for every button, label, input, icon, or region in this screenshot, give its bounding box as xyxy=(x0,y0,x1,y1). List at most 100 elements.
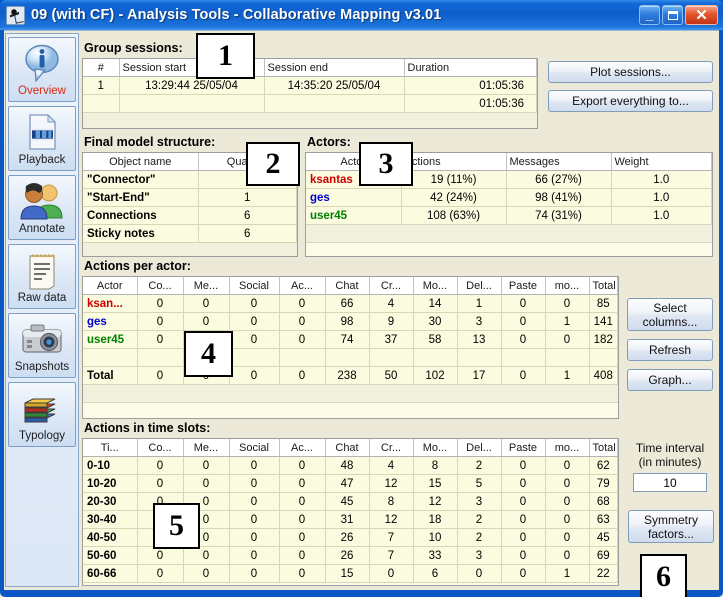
table-row[interactable]: 60-66 0 0 0 0 15 0 6 0 0 1 22 xyxy=(83,564,618,583)
sidebar-item-annotate[interactable]: Annotate xyxy=(8,175,76,240)
table-row[interactable]: user45 108 (63%) 74 (31%) 1.0 xyxy=(306,206,712,225)
cell-value: 63 xyxy=(589,510,618,529)
table-row[interactable]: 10-20 0 0 0 0 47 12 15 5 0 0 79 xyxy=(83,474,618,493)
column-header[interactable]: Social xyxy=(229,277,280,295)
table-row[interactable]: Connections 6 xyxy=(83,206,297,225)
column-header[interactable]: Mo... xyxy=(413,439,458,457)
column-header[interactable]: Me... xyxy=(183,439,230,457)
cell-weight: 1.0 xyxy=(611,170,712,189)
cell-value: 0 xyxy=(229,546,280,565)
cell-value: 30 xyxy=(413,312,458,331)
column-header[interactable]: Messages xyxy=(506,153,612,171)
column-header[interactable]: Actions xyxy=(401,153,507,171)
cell-session-end: 14:35:20 25/05/04 xyxy=(264,76,405,95)
column-header[interactable]: mo... xyxy=(545,439,590,457)
cell-value: 15 xyxy=(413,474,458,493)
actions-per-actor-title-wrap: Actions per actor: xyxy=(82,259,191,274)
column-header[interactable]: Ti... xyxy=(83,439,138,457)
column-header[interactable]: Duration xyxy=(404,59,537,77)
sidebar-item-overview[interactable]: Overview xyxy=(8,37,76,102)
cell-actions: 42 (24%) xyxy=(401,188,507,207)
cell-row-label: 60-66 xyxy=(83,564,138,583)
cell-value: 0 xyxy=(229,528,280,547)
close-button[interactable]: ✕ xyxy=(685,5,718,25)
table-row[interactable]: user4500007437581300182 xyxy=(83,330,618,349)
cell-value: 0 xyxy=(545,492,590,511)
table-row[interactable]: 50-60 0 0 0 0 26 7 33 3 0 0 69 xyxy=(83,546,618,565)
table-filler-row xyxy=(83,242,297,256)
column-header[interactable]: Actor xyxy=(83,277,138,295)
maximize-button[interactable] xyxy=(662,5,683,25)
cell-value: 0 xyxy=(137,474,184,493)
column-header[interactable]: mo... xyxy=(545,277,590,295)
column-header[interactable]: Object name xyxy=(83,153,199,171)
group-sessions-title: Group sessions: xyxy=(84,41,183,55)
column-header[interactable]: Mo... xyxy=(413,277,458,295)
cell-value: 141 xyxy=(589,312,618,331)
notepad-icon xyxy=(9,248,75,292)
column-header[interactable]: Del... xyxy=(457,277,502,295)
plot-sessions-button[interactable]: Plot sessions... xyxy=(548,61,713,83)
column-header[interactable]: # xyxy=(83,59,120,77)
table-row[interactable]: 0-10 0 0 0 0 48 4 8 2 0 0 62 xyxy=(83,456,618,475)
table-row[interactable]: 01:05:36 xyxy=(83,94,537,113)
cell-value: 0 xyxy=(229,330,280,349)
table-row[interactable]: 1 13:29:44 25/05/04 14:35:20 25/05/04 01… xyxy=(83,76,537,95)
column-header[interactable]: Paste xyxy=(501,277,546,295)
cell-value: 7 xyxy=(369,528,414,547)
column-header[interactable]: Paste xyxy=(501,439,546,457)
graph-button[interactable]: Graph... xyxy=(627,369,713,391)
cell-value: 0 xyxy=(137,546,184,565)
column-header[interactable]: Social xyxy=(229,439,280,457)
cell-value: 0 xyxy=(501,474,546,493)
select-columns-button[interactable]: Select columns... xyxy=(627,298,713,331)
cell-value: 4 xyxy=(369,456,414,475)
cell-value: 1 xyxy=(545,564,590,583)
column-header[interactable]: Cr... xyxy=(369,439,414,457)
table-row[interactable]: ksan... 0 0 0 0 66 4 14 1 0 0 85 xyxy=(83,294,618,313)
filler-cell xyxy=(83,242,297,256)
cell-value: 0 xyxy=(229,564,280,583)
application-window: 09 (with CF) - Analysis Tools - Collabor… xyxy=(0,0,723,597)
column-header[interactable]: Cr... xyxy=(369,277,414,295)
sidebar-item-raw-data[interactable]: Raw data xyxy=(8,244,76,309)
cell-object-name: "Start-End" xyxy=(83,188,199,207)
refresh-button[interactable]: Refresh xyxy=(627,339,713,361)
column-header[interactable]: Weight xyxy=(611,153,712,171)
column-header[interactable]: Co... xyxy=(137,439,184,457)
table-row[interactable]: Sticky notes 6 xyxy=(83,224,297,243)
actions-per-actor-grid[interactable]: Actor Co... Me... Social Ac... Chat Cr... Mo...… xyxy=(82,276,619,419)
column-header[interactable]: Total xyxy=(589,277,618,295)
cell-value: 0 xyxy=(137,366,184,385)
column-header[interactable]: Del... xyxy=(457,439,502,457)
column-header[interactable]: Ac... xyxy=(279,277,326,295)
column-header[interactable]: Total xyxy=(589,439,618,457)
column-header[interactable]: Ac... xyxy=(279,439,326,457)
table-row[interactable]: ges 0 0 0 0 98 9 30 3 0 1 141 xyxy=(83,312,618,331)
table-total-row[interactable]: Total0000238501021701408 xyxy=(83,366,618,385)
table-row[interactable]: ges 42 (24%) 98 (41%) 1.0 xyxy=(306,188,712,207)
table-row[interactable]: "Start-End" 1 xyxy=(83,188,297,207)
sidebar-item-snapshots[interactable]: Snapshots xyxy=(8,313,76,378)
symmetry-factors-button[interactable]: Symmetry factors... xyxy=(628,510,714,543)
cell-value: 0 xyxy=(229,294,280,313)
column-header[interactable]: Session end xyxy=(264,59,405,77)
column-header[interactable]: Chat xyxy=(325,277,370,295)
column-header[interactable]: Me... xyxy=(183,277,230,295)
sidebar-item-typology[interactable]: Typology xyxy=(8,382,76,447)
callout-5: 5 xyxy=(153,503,200,549)
time-interval-input[interactable]: 10 xyxy=(633,473,707,492)
column-header[interactable]: Chat xyxy=(325,439,370,457)
cell-value: 4 xyxy=(369,294,414,313)
cell-quantity: 6 xyxy=(198,224,297,243)
sidebar-item-playback[interactable]: Playback xyxy=(8,106,76,171)
cell-value: 50 xyxy=(369,366,414,385)
cell-object-name: Connections xyxy=(83,206,199,225)
minimize-button[interactable]: _ xyxy=(639,5,660,25)
export-everything-button[interactable]: Export everything to... xyxy=(548,90,713,112)
cell-weight: 1.0 xyxy=(611,188,712,207)
cell-value: 0 xyxy=(501,546,546,565)
column-header[interactable]: Co... xyxy=(137,277,184,295)
cell-value: 0 xyxy=(229,456,280,475)
group-sessions-grid[interactable]: # Session start Session end Duration 1 1… xyxy=(82,58,538,129)
